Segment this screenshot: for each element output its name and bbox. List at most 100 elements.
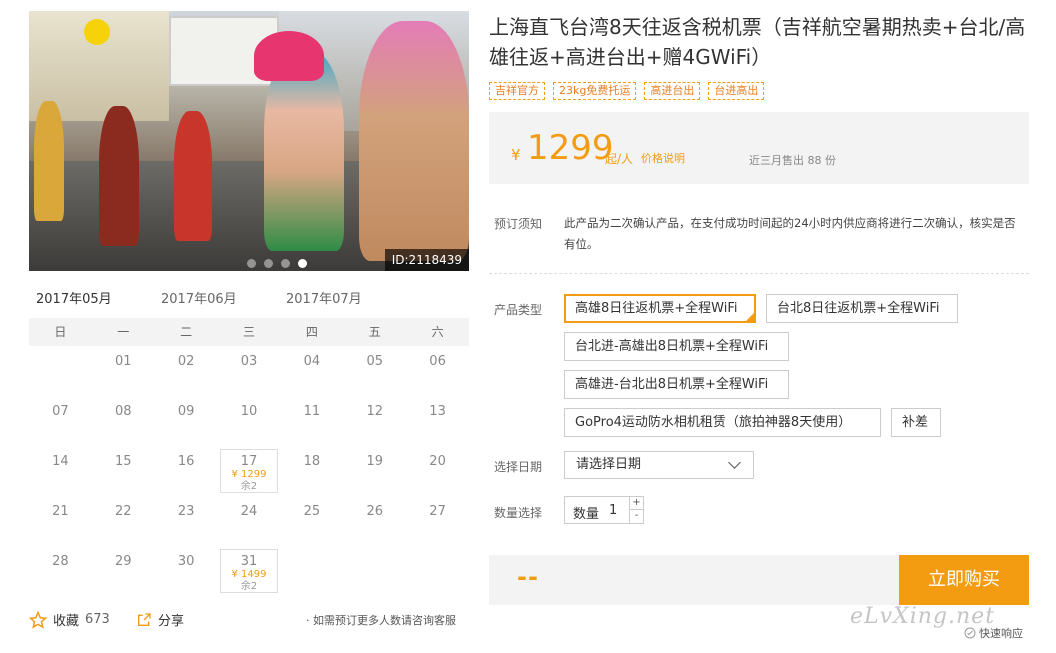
day-number: 15 bbox=[115, 454, 132, 469]
calendar-day: 07 bbox=[29, 396, 92, 446]
tab-month-1[interactable]: 2017年05月 bbox=[29, 290, 119, 321]
day-number: 11 bbox=[303, 404, 321, 419]
customer-service-link[interactable]: · 如需预订更多人数请咨询客服 bbox=[306, 612, 456, 628]
day-number: 04 bbox=[303, 354, 321, 369]
carousel-dot[interactable] bbox=[247, 259, 256, 268]
day-number: 21 bbox=[52, 504, 69, 519]
buy-now-button[interactable]: 立即购买 bbox=[899, 555, 1029, 605]
favorite-button[interactable]: 收藏 673 bbox=[29, 610, 110, 629]
day-number: 09 bbox=[177, 404, 195, 419]
calendar-day: 19 bbox=[343, 446, 406, 496]
type-option[interactable]: 台北8日往返机票+全程WiFi bbox=[766, 294, 958, 323]
type-option[interactable]: 补差 bbox=[891, 408, 941, 437]
tag: 高进台出 bbox=[644, 82, 701, 100]
quantity-plus-button[interactable]: + bbox=[629, 497, 643, 510]
day-number: 06 bbox=[429, 354, 446, 369]
calendar-day: 22 bbox=[92, 496, 155, 546]
weekday-header: 一 bbox=[117, 325, 130, 339]
calendar-day bbox=[29, 346, 92, 396]
carousel-dot[interactable] bbox=[264, 259, 273, 268]
type-option-selected[interactable]: 高雄8日往返机票+全程WiFi bbox=[564, 294, 756, 323]
day-number: 20 bbox=[429, 454, 446, 469]
day-number: 02 bbox=[177, 354, 195, 369]
calendar-day: 25 bbox=[280, 496, 343, 546]
day-number: 19 bbox=[366, 454, 383, 469]
calendar-day: 09 bbox=[155, 396, 218, 446]
calendar-day: 01 bbox=[92, 346, 155, 396]
day-number: 24 bbox=[240, 504, 258, 519]
calendar-day: 10 bbox=[218, 396, 281, 446]
share-button[interactable]: 分享 bbox=[136, 610, 184, 629]
day-stock: 余2 bbox=[240, 481, 258, 492]
price-explain-link[interactable]: 价格说明 bbox=[641, 150, 685, 166]
weekday-header: 五 bbox=[368, 325, 381, 339]
calendar-day: 12 bbox=[343, 396, 406, 446]
day-number: 17 bbox=[240, 454, 258, 469]
type-option[interactable]: 台北进-高雄出8日机票+全程WiFi bbox=[564, 332, 789, 361]
smiley-sign bbox=[84, 19, 110, 45]
month-tabs: 2017年05月 2017年06月 2017年07月 bbox=[29, 290, 469, 321]
calendar-day: 08 bbox=[92, 396, 155, 446]
weekday-header: 六 bbox=[431, 325, 444, 339]
day-number: 07 bbox=[52, 404, 69, 419]
calendar-day-available[interactable]: 31 ¥ 1499 余2 bbox=[219, 549, 279, 593]
day-number: 25 bbox=[303, 504, 321, 519]
calendar-day: 14 bbox=[29, 446, 92, 496]
calendar-day: 28 bbox=[29, 546, 92, 596]
day-number: 23 bbox=[177, 504, 195, 519]
calendar-day-available[interactable]: 17 ¥ 1299 余2 bbox=[219, 449, 279, 493]
date-select[interactable]: 请选择日期 bbox=[564, 451, 754, 479]
day-number: 18 bbox=[303, 454, 321, 469]
type-option[interactable]: 高雄进-台北出8日机票+全程WiFi bbox=[564, 370, 789, 399]
check-icon bbox=[964, 627, 976, 639]
day-number: 03 bbox=[240, 354, 258, 369]
product-type-label: 产品类型 bbox=[494, 303, 543, 317]
tag: 吉祥官方 bbox=[489, 82, 545, 100]
quantity-stepper[interactable]: 数量 1 + - bbox=[564, 496, 644, 524]
dancer-right bbox=[359, 21, 469, 261]
calendar-weekdays: 日一二三四五六 bbox=[29, 318, 469, 346]
total-price: -- bbox=[517, 563, 539, 591]
day-number: 10 bbox=[240, 404, 258, 419]
chevron-down-icon bbox=[728, 456, 741, 469]
calendar-day: 13 bbox=[406, 396, 469, 446]
currency-symbol: ¥ bbox=[511, 146, 521, 164]
day-stock: 余2 bbox=[240, 581, 258, 592]
calendar-day: 30 bbox=[155, 546, 218, 596]
date-placeholder: 请选择日期 bbox=[576, 457, 642, 472]
calendar: 日 一 二 三 四 五 六 01 02 03 04 05 06 07 08 09 10 11 12 13 14 15 16… bbox=[29, 318, 469, 596]
favorite-count: 673 bbox=[85, 612, 110, 627]
calendar-day: 21 bbox=[29, 496, 92, 546]
day-price: ¥ 1499 bbox=[231, 569, 267, 580]
quick-response-badge: 快速响应 bbox=[964, 625, 1023, 641]
weekday-header: 四 bbox=[305, 325, 318, 339]
type-option[interactable]: GoPro4运动防水相机租赁（旅拍神器8天使用） bbox=[564, 408, 881, 437]
share-label: 分享 bbox=[158, 614, 185, 629]
quantity-label: 数量选择 bbox=[494, 506, 543, 520]
calendar-day: 18 bbox=[280, 446, 343, 496]
day-price: ¥ 1299 bbox=[231, 469, 267, 480]
weekday-header: 三 bbox=[242, 325, 255, 339]
quantity-minus-button[interactable]: - bbox=[629, 510, 643, 523]
day-number: 26 bbox=[366, 504, 383, 519]
notice-label: 预订须知 bbox=[494, 217, 543, 231]
carousel-dot-active[interactable] bbox=[298, 259, 307, 268]
day-number: 14 bbox=[52, 454, 69, 469]
star-icon bbox=[29, 610, 47, 629]
day-number: 22 bbox=[115, 504, 132, 519]
tab-month-3[interactable]: 2017年07月 bbox=[286, 290, 362, 320]
calendar-day: 15 bbox=[92, 446, 155, 496]
carousel-dot[interactable] bbox=[281, 259, 290, 268]
share-icon bbox=[138, 612, 151, 626]
weekday-header: 二 bbox=[180, 325, 193, 339]
sold-count: 近三月售出 88 份 bbox=[749, 154, 836, 167]
tab-month-2[interactable]: 2017年06月 bbox=[161, 290, 237, 320]
calendar-days: 01 02 03 04 05 06 07 08 09 10 11 12 13 14 15 16 17 ¥ 1299… bbox=[29, 346, 469, 596]
product-photo[interactable]: ID:2118439 bbox=[29, 11, 469, 271]
image-id-badge: ID:2118439 bbox=[384, 249, 469, 271]
day-number: 08 bbox=[115, 404, 132, 419]
quantity-value[interactable]: 1 bbox=[609, 503, 617, 518]
day-number: 28 bbox=[52, 554, 69, 569]
tag: 台进高出 bbox=[708, 82, 765, 100]
product-title: 上海直飞台湾8天往返含税机票（吉祥航空暑期热卖+台北/高雄往返+高进台出+赠4G… bbox=[489, 15, 1026, 69]
